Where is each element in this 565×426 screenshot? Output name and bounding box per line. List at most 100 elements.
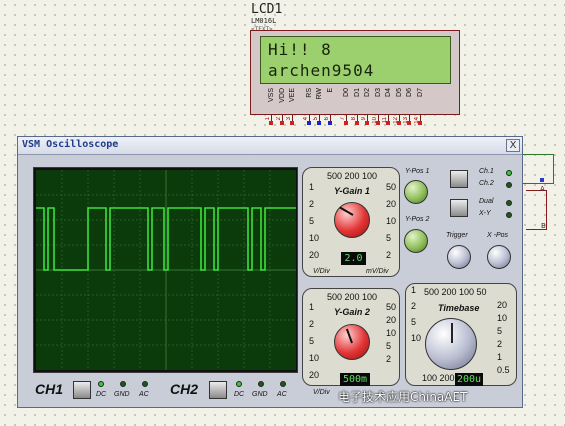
lcd-pin-label: RS <box>305 88 313 98</box>
lcd-pin-state <box>317 121 321 125</box>
lcd-pin-number: 5 <box>313 117 319 121</box>
lcd-pin-number: 3 <box>286 117 292 121</box>
ch2-label: CH2 <box>170 381 199 397</box>
ch2-ac-led <box>280 381 286 387</box>
scale-value: 2 <box>411 301 417 311</box>
scale-value: 5 <box>309 216 315 226</box>
lcd-pin-number: 9 <box>361 117 367 121</box>
dual-led <box>506 200 512 206</box>
scale-value: 0.5 <box>497 365 510 375</box>
ch2-coupling-button[interactable] <box>209 381 227 399</box>
xpos-knob[interactable] <box>487 245 511 269</box>
ch2-dc-label: DC <box>234 391 245 398</box>
scale-value: 50 <box>386 302 397 312</box>
lcd-pin-state <box>396 121 401 125</box>
lcd-pin-label: D3 <box>374 88 382 97</box>
lcd-pin-number: 6 <box>323 117 330 121</box>
scale-value: 10 <box>411 333 422 343</box>
lcd-pin-label: D5 <box>395 88 403 97</box>
scale-value: 50 <box>386 182 397 192</box>
lcd-pin-state <box>279 121 284 125</box>
lcd-pin-state <box>290 121 294 125</box>
ch2-dc-led <box>236 381 242 387</box>
lcd-name-label: LCD1 <box>251 2 283 17</box>
knob-pointer <box>451 323 453 343</box>
lcd-pin-number: 2 <box>275 117 282 121</box>
ypos1-knob[interactable] <box>404 180 428 204</box>
lcd-pin-number: 1 <box>265 117 271 121</box>
timebase-top-scale: 500 200 100 50 <box>424 287 487 297</box>
watermark-text: 电子技术应用ChinaAET <box>338 390 468 404</box>
scale-value: 2 <box>497 339 503 349</box>
scope-display <box>36 170 296 370</box>
xy-label: X-Y <box>479 210 491 217</box>
ch1-mode-label: Ch.1 <box>479 168 494 175</box>
scale-value: 10 <box>309 353 320 363</box>
probe-marker <box>540 178 544 182</box>
ch1-dc-label: DC <box>96 391 107 398</box>
lcd-model-label: LM016L <box>251 17 277 25</box>
knob-pointer <box>345 328 353 344</box>
timebase-readout: 200u <box>455 373 483 386</box>
scale-value: 5 <box>309 336 315 346</box>
lcd-pin-label: D6 <box>406 88 413 97</box>
timebase-title: Timebase <box>438 303 480 313</box>
ch1-gnd-led <box>120 381 126 387</box>
lcd-pin-number: 8 <box>350 117 357 121</box>
ch2-gnd-label: GND <box>252 391 268 398</box>
scale-value: 20 <box>309 250 320 260</box>
scale-value: 2 <box>386 354 392 364</box>
lcd-pin-state <box>386 121 390 125</box>
lcd-pin-label: E <box>326 88 334 93</box>
ygain1-top-scale: 500 200 100 <box>327 171 378 181</box>
lcd-pin-label: D4 <box>385 88 392 97</box>
trigger-label: Trigger <box>446 232 468 239</box>
ygain2-title: Y-Gain 2 <box>334 307 370 317</box>
scale-value: 10 <box>386 216 397 226</box>
scale-value: 10 <box>386 328 397 338</box>
ch1-coupling-button[interactable] <box>73 381 91 399</box>
ch2-ac-label: AC <box>277 391 287 398</box>
ygain1-left-unit: V/Div <box>313 268 330 275</box>
scale-value: 20 <box>386 315 397 325</box>
scale-value: 1 <box>497 352 503 362</box>
scale-value: 1 <box>309 182 315 192</box>
ygain1-right-unit: mV/Div <box>366 268 389 275</box>
knob-pointer <box>339 206 354 216</box>
dual-mode-button[interactable] <box>450 199 468 217</box>
xy-led <box>506 212 512 218</box>
scale-value: 10 <box>309 233 320 243</box>
scale-value: 2 <box>309 319 315 329</box>
channel-select-button[interactable] <box>450 170 468 188</box>
scale-value: 2 <box>309 199 315 209</box>
lcd-pin-label: VSS <box>268 88 275 103</box>
scale-value: 20 <box>309 370 320 380</box>
ygain2-knob[interactable] <box>334 324 370 360</box>
ch1-ac-label: AC <box>139 391 149 398</box>
lcd-pin-state <box>375 121 380 125</box>
lcd-pin-label: RW <box>316 88 323 100</box>
ygain1-knob[interactable] <box>334 202 370 238</box>
ch1-gnd-label: GND <box>114 391 130 398</box>
lcd-line-2: archen9504 <box>268 61 375 80</box>
lcd-pin-state <box>344 121 348 125</box>
terminal-b-label: B <box>541 222 546 230</box>
ygain2-top-scale: 500 200 100 <box>327 292 378 302</box>
lcd-pin-label: VEE <box>289 88 296 103</box>
ch1-led <box>506 170 512 176</box>
close-button[interactable]: X <box>506 139 520 152</box>
lcd-pin-label: D2 <box>364 88 371 97</box>
lcd-pin-label: VDD <box>278 88 286 103</box>
scale-value: 2 <box>386 250 392 260</box>
timebase-knob[interactable] <box>425 318 477 370</box>
ypos1-label: Y-Pos 1 <box>405 168 430 175</box>
ygain2-left-unit: V/Div <box>313 389 330 396</box>
ypos2-knob[interactable] <box>404 229 428 253</box>
terminal-a-label: A <box>540 185 545 193</box>
ygain1-title: Y-Gain 1 <box>334 186 370 196</box>
lcd-pin-state <box>269 121 273 125</box>
trigger-knob[interactable] <box>447 245 471 269</box>
lcd-pin-state <box>365 121 369 125</box>
lcd-pin-label: D0 <box>343 88 350 97</box>
lcd-pin-number: 7 <box>340 117 346 121</box>
